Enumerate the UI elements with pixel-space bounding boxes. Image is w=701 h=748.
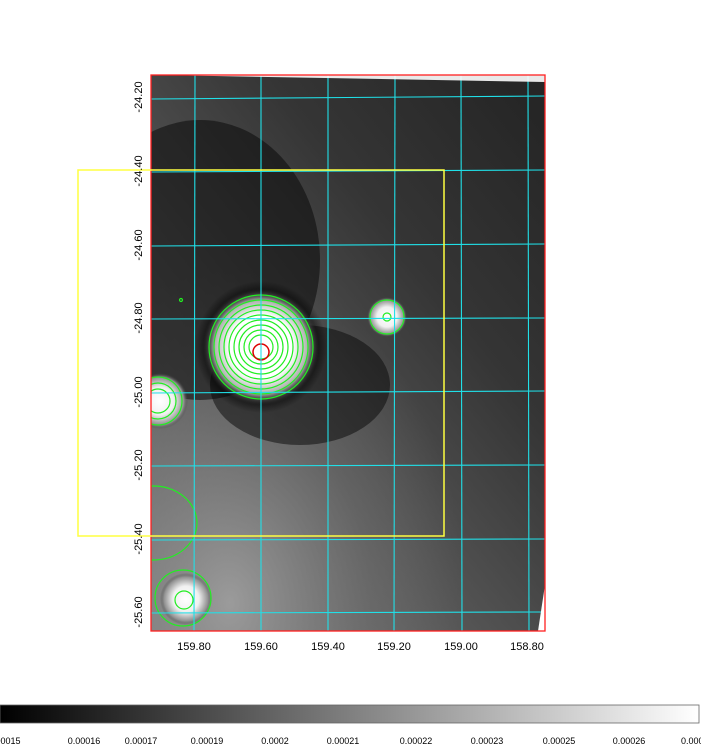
- y-tick: -25.20: [133, 449, 145, 480]
- colorbar-label: 0.00026: [613, 736, 646, 746]
- colorbar-label: 0.00027: [681, 736, 701, 746]
- source-bottom: [160, 573, 212, 625]
- y-tick: -25.60: [133, 596, 145, 627]
- x-axis-labels: 159.80 159.60 159.40 159.20 159.00 158.8…: [177, 641, 544, 653]
- colorbar-label: 0.00016: [68, 736, 101, 746]
- y-tick: -24.20: [133, 81, 145, 112]
- colorbar[interactable]: [0, 704, 700, 724]
- colorbar-label: 0.00022: [400, 736, 433, 746]
- colorbar-label: 0.00025: [543, 736, 576, 746]
- y-tick: -25.40: [133, 523, 145, 554]
- x-tick: 158.80: [510, 641, 544, 653]
- y-tick: -24.40: [133, 155, 145, 186]
- colorbar-label: 0.00021: [327, 736, 360, 746]
- image-viewer[interactable]: 159.80 159.60 159.40 159.20 159.00 158.8…: [0, 0, 701, 748]
- colorbar-label: 0.00023: [471, 736, 504, 746]
- x-tick: 159.20: [377, 641, 411, 653]
- x-tick: 159.00: [444, 641, 478, 653]
- colorbar-label: 0.0002: [261, 736, 289, 746]
- y-axis-labels: -24.20 -24.40 -24.60 -24.80 -25.00 -25.2…: [133, 81, 145, 627]
- colorbar-labels: 0.00015 0.00016 0.00017 0.00019 0.0002 0…: [0, 736, 701, 746]
- colorbar-label: 0.00015: [0, 736, 21, 746]
- sky-image[interactable]: [80, 75, 545, 631]
- source-right: [367, 297, 407, 337]
- x-tick: 159.80: [177, 641, 211, 653]
- x-tick: 159.60: [244, 641, 278, 653]
- colorbar-label: 0.00019: [191, 736, 224, 746]
- x-tick: 159.40: [311, 641, 345, 653]
- y-tick: -24.60: [133, 229, 145, 260]
- colorbar-label: 0.00017: [125, 736, 158, 746]
- y-tick: -25.00: [133, 376, 145, 407]
- y-tick: -24.80: [133, 302, 145, 333]
